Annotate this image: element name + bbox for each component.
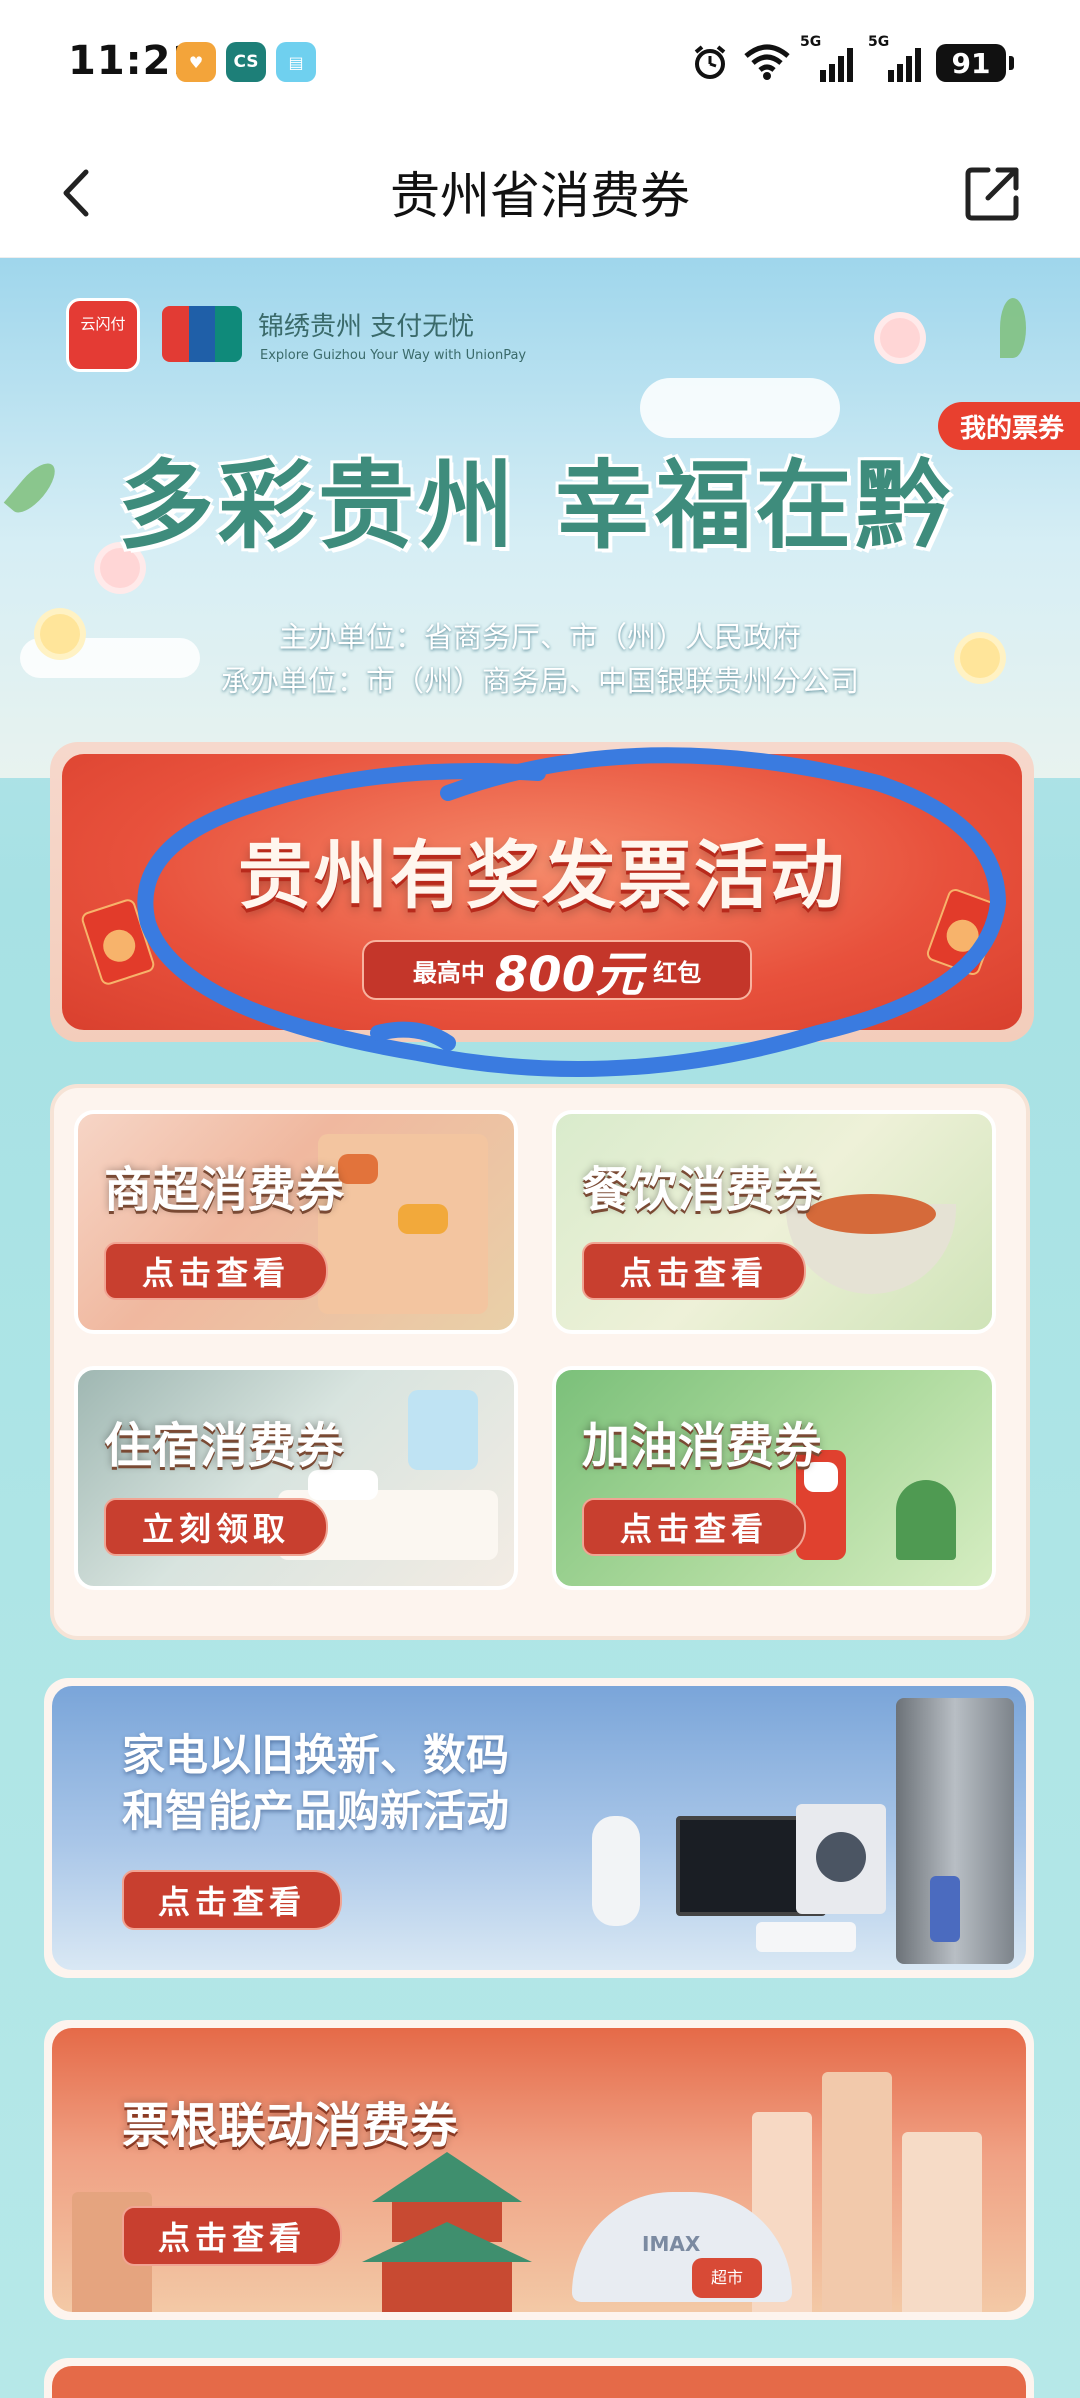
appliance-title-line2: 和智能产品购新活动 xyxy=(122,1787,509,1837)
voucher-title: 餐饮消费券 xyxy=(582,1162,823,1218)
voucher-claim-button[interactable]: 立刻领取 xyxy=(104,1498,329,1556)
voucher-card-dining[interactable]: 餐饮消费券 点击查看 xyxy=(552,1110,996,1334)
ticket-view-button[interactable]: 点击查看 xyxy=(122,2206,343,2266)
washer-image xyxy=(796,1804,886,1914)
share-button[interactable] xyxy=(958,158,1028,228)
building-image xyxy=(822,2072,892,2312)
battery-indicator: 91 xyxy=(936,44,1014,82)
hero-banner: 云闪付 锦绣贵州 支付无忧 Explore Guizhou Your Way w… xyxy=(0,258,1080,778)
heart-app-icon: ♥ xyxy=(176,42,216,82)
flower-decoration xyxy=(880,318,920,358)
air-conditioner-image xyxy=(756,1922,856,1952)
voucher-view-button[interactable]: 点击查看 xyxy=(582,1242,807,1300)
voucher-title: 住宿消费券 xyxy=(104,1418,345,1474)
hero-slogan: 锦绣贵州 支付无忧 xyxy=(258,312,475,342)
voucher-view-button[interactable]: 点击查看 xyxy=(582,1498,807,1556)
appliance-title-line1: 家电以旧换新、数码 xyxy=(122,1731,509,1781)
promo-amount: 800元 xyxy=(494,947,644,1003)
page-content: 云闪付 锦绣贵州 支付无忧 Explore Guizhou Your Way w… xyxy=(0,258,1080,2398)
unionpay-logo xyxy=(162,306,242,362)
promo-prize-pill: 最高中 800元 红包 xyxy=(362,940,752,1003)
signal-icon-1: 5G xyxy=(800,34,860,84)
building-image xyxy=(902,2132,982,2312)
page-title: 贵州省消费券 xyxy=(390,167,690,225)
voucher-card-hotel[interactable]: 住宿消费券 立刻领取 xyxy=(74,1366,518,1590)
ticket-title: 票根联动消费券 xyxy=(122,2098,459,2154)
hero-slogan-en: Explore Guizhou Your Way with UnionPay xyxy=(260,348,527,363)
ticket-stub-banner[interactable]: IMAX 超市 票根联动消费券 点击查看 xyxy=(44,2020,1034,2320)
appliance-title: 家电以旧换新、数码 和智能产品购新活动 xyxy=(122,1728,509,1840)
voucher-card-supermarket[interactable]: 商超消费券 点击查看 xyxy=(74,1110,518,1334)
hero-title: 多彩贵州 幸福在黔 xyxy=(118,449,956,562)
voucher-view-button[interactable]: 点击查看 xyxy=(104,1242,329,1300)
promo-suffix: 红包 xyxy=(653,958,702,987)
status-bar: 11:21 ♥ CS ▤ 5G 5G 91 xyxy=(0,0,1080,128)
supermarket-sign: 超市 xyxy=(692,2258,762,2298)
next-banner-peek xyxy=(44,2358,1034,2398)
voucher-title: 商超消费券 xyxy=(104,1162,345,1218)
appliance-view-button[interactable]: 点击查看 xyxy=(122,1870,343,1930)
organizer-text: 主办单位：省商务厅、市（州）人民政府 xyxy=(278,620,801,654)
wifi-icon xyxy=(742,40,792,84)
share-icon xyxy=(965,167,1019,221)
promo-prefix: 最高中 xyxy=(412,958,485,987)
water-heater-image xyxy=(592,1816,640,1926)
yunshanfu-logo: 云闪付 xyxy=(66,298,140,372)
network-type-1: 5G xyxy=(800,34,822,50)
my-tickets-button[interactable]: 我的票券 xyxy=(937,402,1080,450)
alarm-icon xyxy=(690,40,730,84)
leaf-decoration xyxy=(1000,298,1026,358)
voucher-grid: 商超消费券 点击查看 餐饮消费券 点击查看 住宿消费券 立刻领取 加油消费券 点… xyxy=(50,1084,1030,1640)
book-app-icon: ▤ xyxy=(276,42,316,82)
phone-image xyxy=(930,1876,960,1942)
nav-bar: 贵州省消费券 xyxy=(0,128,1080,258)
invoice-lottery-banner[interactable]: 贵州有奖发票活动 最高中 800元 红包 xyxy=(50,742,1034,1042)
leaf-decoration xyxy=(3,456,63,520)
cs-app-icon: CS xyxy=(226,42,266,82)
signal-icon-2: 5G xyxy=(868,34,928,84)
voucher-title: 加油消费券 xyxy=(582,1418,823,1474)
imax-label: IMAX xyxy=(642,2232,701,2256)
promo-title: 贵州有奖发票活动 xyxy=(238,833,846,919)
voucher-card-fuel[interactable]: 加油消费券 点击查看 xyxy=(552,1366,996,1590)
co-organizer-text: 承办单位：市（州）商务局、中国银联贵州分公司 xyxy=(220,664,859,698)
network-type-2: 5G xyxy=(868,34,890,50)
appliance-tradein-banner[interactable]: 家电以旧换新、数码 和智能产品购新活动 点击查看 xyxy=(44,1678,1034,1978)
pagoda-image xyxy=(362,2152,532,2312)
